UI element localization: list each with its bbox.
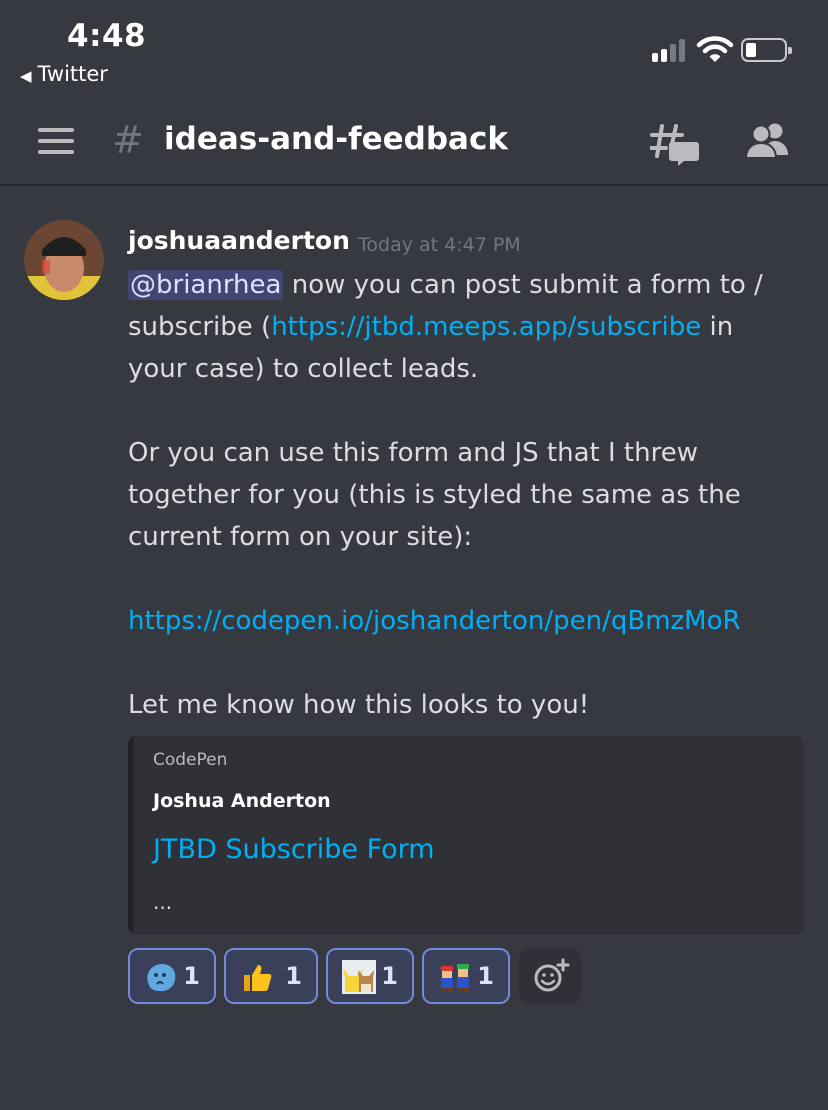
battery-icon (741, 38, 792, 62)
mario-luigi-emoji-icon (441, 964, 469, 992)
status-time: 4:48 (67, 18, 147, 54)
reaction-count: 1 (285, 962, 302, 990)
wifi-icon (696, 36, 734, 62)
back-arrow-icon: ◀ (20, 67, 32, 85)
thumbs-up-emoji-icon (244, 965, 272, 991)
link-embed: CodePen Joshua Anderton JTBD Subscribe F… (128, 736, 804, 934)
reaction-count: 1 (477, 962, 494, 990)
message-text: now you can post submit a form to / (283, 270, 763, 300)
embed-provider: CodePen (153, 750, 228, 770)
pikachu-eevee-emoji-icon (342, 960, 376, 994)
message-text: in (701, 312, 734, 342)
message-line: together for you (this is styled the sam… (128, 480, 741, 510)
status-bar: 4:48 ◀ Twitter (0, 0, 828, 100)
add-reaction-icon (534, 958, 570, 992)
message-author[interactable]: joshuaanderton (128, 226, 350, 255)
message-line: subscribe (https://jtbd.meeps.app/subscr… (128, 306, 733, 348)
embed-author: Joshua Anderton (153, 790, 331, 812)
reaction-button[interactable]: 1 (224, 948, 318, 1004)
avatar[interactable] (24, 220, 104, 300)
back-app-label: Twitter (37, 62, 108, 86)
subscribe-link[interactable]: https://jtbd.meeps.app/subscribe (271, 312, 701, 342)
message-timestamp: Today at 4:47 PM (358, 234, 521, 256)
message-line: current form on your site): (128, 522, 473, 552)
channel-header: # ideas-and-feedback (0, 100, 828, 186)
reaction-count: 1 (381, 962, 398, 990)
blue-blob-emoji-icon (147, 964, 176, 992)
channel-name: ideas-and-feedback (164, 121, 508, 157)
channel-hash-icon: # (112, 118, 144, 162)
message-text: subscribe ( (128, 312, 272, 342)
message-line: Let me know how this looks to you! (128, 690, 590, 720)
message-line: your case) to collect leads. (128, 354, 479, 384)
reaction-button[interactable]: 1 (422, 948, 510, 1004)
add-reaction-button[interactable] (519, 948, 581, 1004)
hamburger-menu-icon[interactable] (38, 128, 74, 154)
reaction-count: 1 (183, 962, 200, 990)
reaction-button[interactable]: 1 (326, 948, 414, 1004)
embed-title-link[interactable]: JTBD Subscribe Form (153, 834, 435, 865)
message-line: Or you can use this form and JS that I t… (128, 438, 698, 468)
user-mention[interactable]: @brianrhea (128, 270, 284, 300)
message-line: @brianrhea now you can post submit a for… (128, 264, 763, 306)
codepen-link[interactable]: https://codepen.io/joshanderton/pen/qBmz… (128, 600, 741, 642)
embed-description: ... (153, 890, 173, 914)
members-icon[interactable] (744, 122, 792, 160)
cellular-signal-icon (652, 38, 690, 62)
reaction-button[interactable]: 1 (128, 948, 216, 1004)
threads-icon[interactable] (650, 122, 700, 166)
back-to-app-link[interactable]: ◀ Twitter (20, 62, 108, 86)
